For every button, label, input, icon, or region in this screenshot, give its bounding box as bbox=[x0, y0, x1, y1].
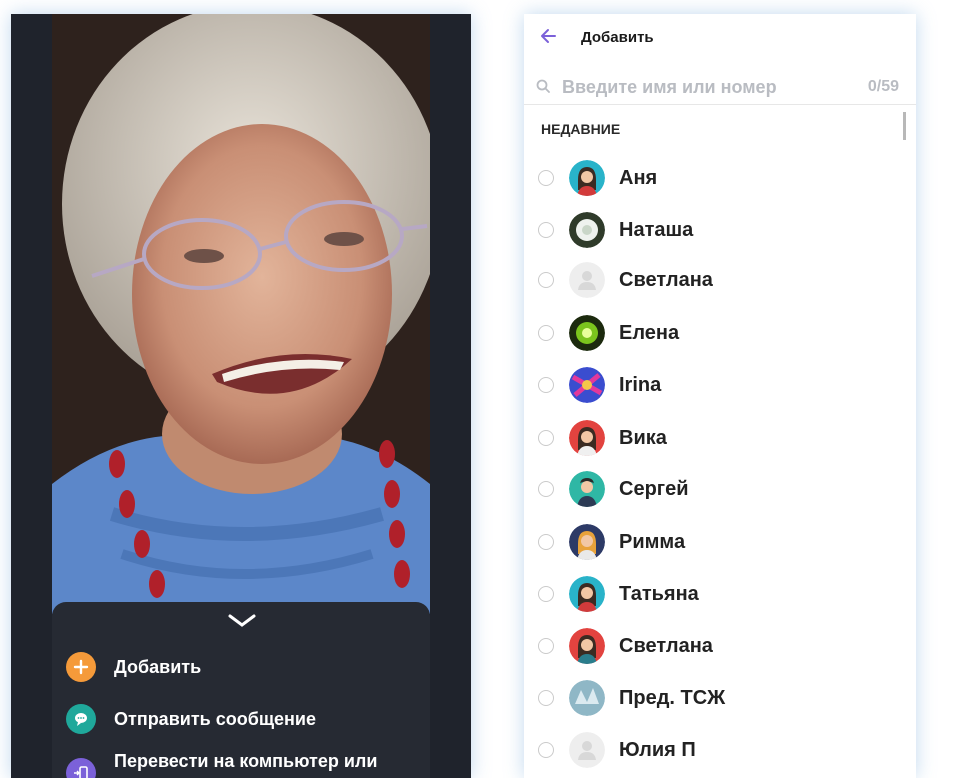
call-screen: Добавить Отправить сообщение Перевести н… bbox=[11, 14, 471, 778]
select-radio[interactable] bbox=[538, 638, 554, 654]
select-radio[interactable] bbox=[538, 325, 554, 341]
green-burst-photo-avatar bbox=[569, 315, 605, 351]
select-radio[interactable] bbox=[538, 742, 554, 758]
section-header-recent: НЕДАВНИЕ bbox=[541, 121, 621, 137]
call-actions-sheet: Добавить Отправить сообщение Перевести н… bbox=[52, 602, 430, 778]
add-participants-screen: Добавить 0/59 НЕДАВНИЕ Аня Наташа bbox=[524, 14, 916, 778]
contact-row[interactable]: Елена bbox=[524, 314, 916, 354]
action-label: Отправить сообщение bbox=[114, 709, 316, 729]
woman-teal-avatar bbox=[569, 576, 605, 612]
contact-name: Пред. ТСЖ bbox=[619, 687, 726, 709]
add-participant-action[interactable]: Добавить bbox=[66, 652, 201, 682]
default-avatar bbox=[569, 732, 605, 768]
contact-row[interactable]: Светлана bbox=[524, 627, 916, 667]
contact-row[interactable]: Римма bbox=[524, 523, 916, 563]
contact-name: Аня bbox=[619, 167, 658, 189]
page-title: Добавить bbox=[581, 29, 654, 46]
action-label: Перевести на компьютер или планшет bbox=[114, 751, 378, 778]
chevron-down-icon[interactable] bbox=[228, 614, 256, 628]
select-radio[interactable] bbox=[538, 586, 554, 602]
select-radio[interactable] bbox=[538, 534, 554, 550]
elderly-woman-photo bbox=[52, 14, 430, 614]
select-radio[interactable] bbox=[538, 272, 554, 288]
contact-name: Светлана bbox=[619, 635, 713, 657]
search-bar: 0/59 bbox=[524, 70, 916, 105]
contact-row[interactable]: Пред. ТСЖ bbox=[524, 679, 916, 719]
contact-row[interactable]: Наташа bbox=[524, 211, 916, 251]
select-radio[interactable] bbox=[538, 430, 554, 446]
select-radio[interactable] bbox=[538, 222, 554, 238]
action-label: Добавить bbox=[114, 657, 202, 677]
man-teal-avatar bbox=[569, 471, 605, 507]
contact-row[interactable]: Irina bbox=[524, 366, 916, 406]
contact-row[interactable]: Вика bbox=[524, 419, 916, 459]
send-message-action[interactable]: Отправить сообщение bbox=[66, 704, 316, 734]
woman-red-avatar bbox=[569, 628, 605, 664]
select-radio[interactable] bbox=[538, 481, 554, 497]
add-icon bbox=[66, 652, 96, 682]
transfer-call-action[interactable]: Перевести на компьютер или планшет bbox=[66, 750, 414, 778]
contact-name: Irina bbox=[619, 374, 662, 396]
contact-name: Римма bbox=[619, 531, 686, 553]
selection-counter: 0/59 bbox=[867, 78, 899, 95]
contact-row[interactable]: Светлана bbox=[524, 261, 916, 301]
scrollbar[interactable] bbox=[903, 112, 906, 140]
contact-name: Наташа bbox=[619, 219, 694, 241]
contact-row[interactable]: Сергей bbox=[524, 470, 916, 510]
contact-name: Сергей bbox=[619, 478, 689, 500]
colorful-photo-avatar bbox=[569, 367, 605, 403]
contact-row[interactable]: Аня bbox=[524, 159, 916, 199]
ice-photo-avatar bbox=[569, 680, 605, 716]
woman-teal-avatar bbox=[569, 160, 605, 196]
contact-name: Елена bbox=[619, 322, 680, 344]
top-bar: Добавить bbox=[524, 14, 916, 62]
select-radio[interactable] bbox=[538, 377, 554, 393]
contact-name: Вика bbox=[619, 427, 667, 449]
woman-red-avatar bbox=[569, 420, 605, 456]
back-arrow-icon[interactable] bbox=[538, 26, 558, 46]
contact-row[interactable]: Юлия П bbox=[524, 731, 916, 771]
woman-navy-avatar bbox=[569, 524, 605, 560]
default-avatar bbox=[569, 262, 605, 298]
select-radio[interactable] bbox=[538, 690, 554, 706]
flower-photo-avatar bbox=[569, 212, 605, 248]
select-radio[interactable] bbox=[538, 170, 554, 186]
search-input[interactable] bbox=[562, 75, 832, 99]
contact-name: Светлана bbox=[619, 269, 713, 291]
transfer-device-icon bbox=[66, 758, 96, 778]
contact-name: Юлия П bbox=[619, 739, 696, 761]
message-icon bbox=[66, 704, 96, 734]
video-call-image bbox=[52, 14, 430, 614]
contact-name: Татьяна bbox=[619, 583, 699, 605]
search-icon bbox=[536, 79, 550, 93]
contact-row[interactable]: Татьяна bbox=[524, 575, 916, 615]
